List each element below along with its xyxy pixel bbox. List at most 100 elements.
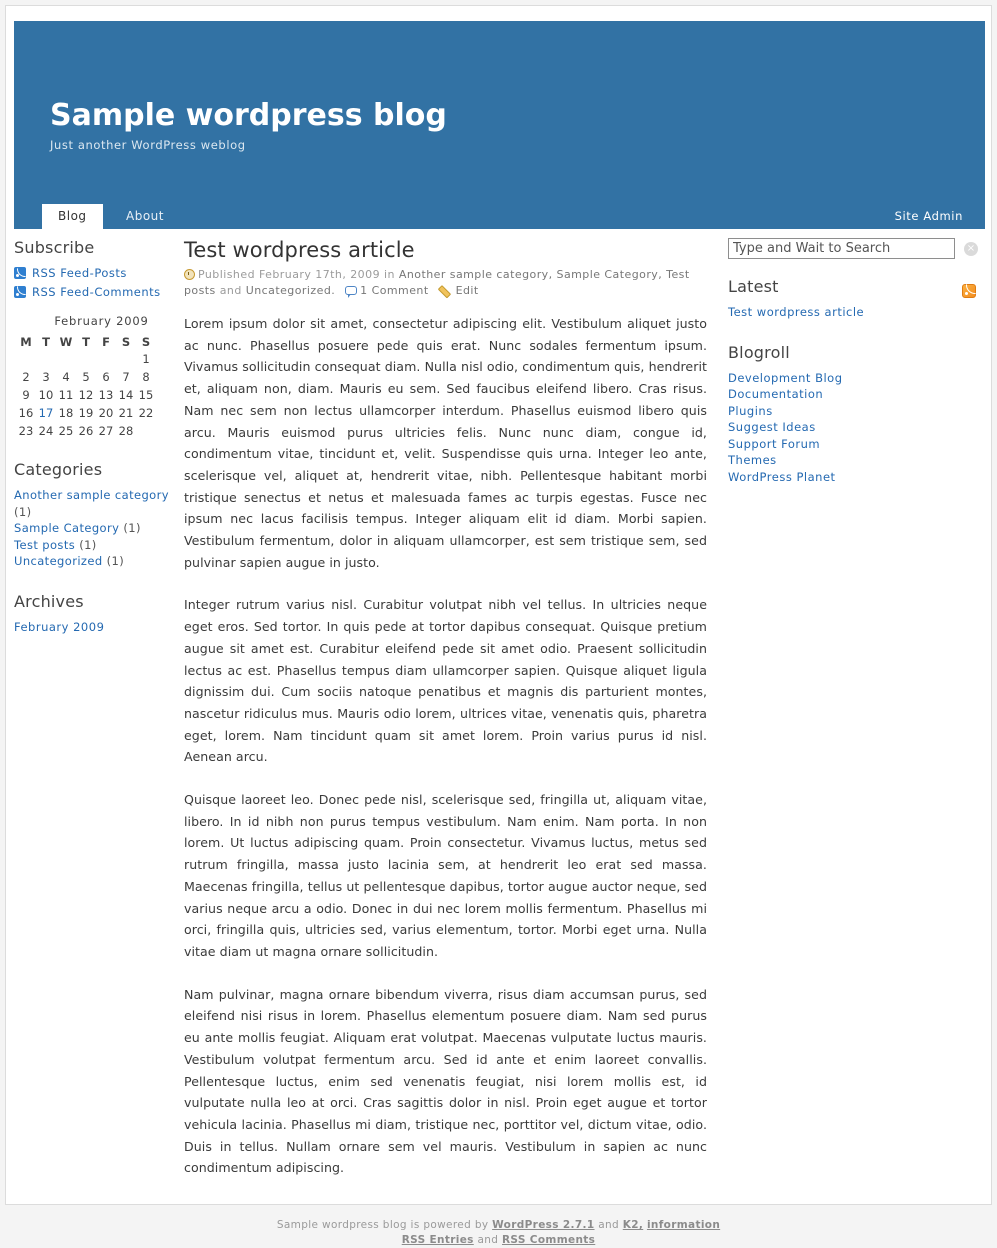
post-category-last[interactable]: Uncategorized. [246,284,336,297]
category-count: (1) [123,521,141,535]
rss-feed-posts-link[interactable]: RSS Feed-Posts [32,265,127,282]
calendar-day-link[interactable]: 17 [39,406,54,420]
rss-icon[interactable] [962,283,976,298]
rss-icon [14,267,26,280]
latest-post-link[interactable]: Test wordpress article [728,304,990,321]
category-count: (1) [14,504,32,519]
primary-navigation: Blog About Site Admin [14,204,985,229]
calendar-weekday: M [20,335,32,349]
category-item[interactable]: Sample Category (1) [14,520,179,537]
category-link[interactable]: Another sample category [14,488,169,502]
site-admin-link[interactable]: Site Admin [895,204,963,229]
search-input[interactable] [728,238,955,259]
post-published-label: Published [198,268,256,281]
footer-prefix: Sample wordpress blog is powered by [276,1219,489,1231]
wordpress-link[interactable]: WordPress 2.7.1 [492,1219,594,1231]
post-meta: Published February 17th, 2009 in Another… [184,267,707,299]
calendar-day: 15 [138,388,154,402]
search-widget: × [728,238,990,259]
post-comments-link[interactable]: 1 Comment [360,284,428,297]
category-link[interactable]: Sample Category [14,521,119,535]
calendar-caption: February 2009 [54,314,149,328]
comment-icon [345,286,358,298]
category-item[interactable]: Test posts (1) [14,537,179,554]
category-link[interactable]: Test posts [14,538,75,552]
categories-title: Categories [14,460,103,479]
calendar-day: 19 [78,406,94,420]
archives-widget: Archives February 2009 [14,592,179,636]
archive-link[interactable]: February 2009 [14,619,179,636]
category-item[interactable]: Another sample category (1) [14,487,179,520]
blogroll-link[interactable]: WordPress Planet [728,469,990,486]
blogroll-link[interactable]: Development Blog [728,370,990,387]
calendar-day [76,350,96,368]
calendar-day: 5 [82,370,90,384]
calendar-day: 1 [142,352,150,366]
calendar-day: 16 [18,406,34,420]
blogroll-link[interactable]: Plugins [728,403,990,420]
k2-link[interactable]: K2, [623,1219,643,1231]
calendar-week-row: 2 3 4 5 6 7 8 [16,368,156,386]
blogroll-title: Blogroll [728,342,790,362]
calendar-week-row: 9 10 11 12 13 14 15 [16,386,156,404]
blogroll-link[interactable]: Support Forum [728,436,990,453]
latest-widget: Latest Test wordpress article [728,277,990,321]
subscribe-title: Subscribe [14,238,95,257]
calendar-day [116,350,136,368]
rss-comments-link[interactable]: RSS Comments [502,1234,595,1246]
post-and-word: and [219,284,242,297]
calendar-table: M T W T F S S 1 2 3 4 5 6 7 8 9 10 11 12… [16,334,156,440]
calendar-day [36,350,56,368]
archives-title: Archives [14,591,84,611]
calendar-day [136,422,156,440]
categories-widget: Categories Another sample category (1) S… [14,460,179,570]
post-edit-link[interactable]: Edit [456,284,479,297]
left-sidebar: Subscribe RSS Feed-Posts RSS Feed-Commen… [14,238,179,657]
calendar-weekday: F [102,335,110,349]
calendar-day: 28 [118,424,134,438]
rss-feed-posts-row[interactable]: RSS Feed-Posts [14,265,179,282]
footer-and-2: and [477,1234,499,1246]
latest-header: Latest [728,277,990,304]
calendar-day: 23 [18,424,34,438]
calendar-day [16,350,36,368]
post-date: February 17th, 2009 [258,268,381,281]
blogroll-link[interactable]: Themes [728,452,990,469]
calendar-day [96,350,116,368]
calendar-day-linked[interactable]: 17 [36,404,56,422]
calendar-weekday: S [121,335,131,349]
category-count: (1) [106,554,125,568]
calendar-day: 26 [78,424,94,438]
calendar-week-row: 16 17 18 19 20 21 22 [16,404,156,422]
calendar-day: 12 [78,388,94,402]
rss-icon [14,285,26,298]
site-footer: Sample wordpress blog is powered by Word… [0,1218,997,1248]
nav-tab-about[interactable]: About [110,204,180,229]
calendar-week-row: 1 [16,350,156,368]
post-in-word: in [383,268,395,281]
blogroll-link[interactable]: Suggest Ideas [728,419,990,436]
category-item[interactable]: Uncategorized (1) [14,553,179,570]
category-link[interactable]: Uncategorized [14,554,103,568]
rss-feed-comments-link[interactable]: RSS Feed-Comments [32,284,161,301]
site-tagline: Just another WordPress weblog [50,138,246,152]
calendar-day: 24 [38,424,54,438]
pencil-icon [441,284,453,296]
calendar-weekday: S [141,335,151,349]
nav-tab-blog[interactable]: Blog [42,204,103,229]
blogroll-link[interactable]: Documentation [728,386,990,403]
search-clear-button[interactable]: × [964,241,978,256]
rss-feed-comments-row[interactable]: RSS Feed-Comments [14,284,179,301]
calendar-day: 7 [122,370,130,384]
post-paragraph: Integer rutrum varius nisl. Curabitur vo… [184,597,707,765]
calendar-weekday: W [59,335,73,349]
calendar-day: 14 [118,388,134,402]
information-link[interactable]: information [647,1219,720,1231]
calendar-day: 21 [118,406,134,420]
clock-icon [184,269,195,280]
page-container: Sample wordpress blog Just another WordP… [5,5,992,1205]
calendar-weekday-row: M T W T F S S [16,334,156,350]
rss-entries-link[interactable]: RSS Entries [402,1234,474,1246]
calendar-widget: February 2009 M T W T F S S 1 2 3 4 5 6 … [16,314,179,440]
footer-line-2: RSS Entries and RSS Comments [0,1233,997,1248]
